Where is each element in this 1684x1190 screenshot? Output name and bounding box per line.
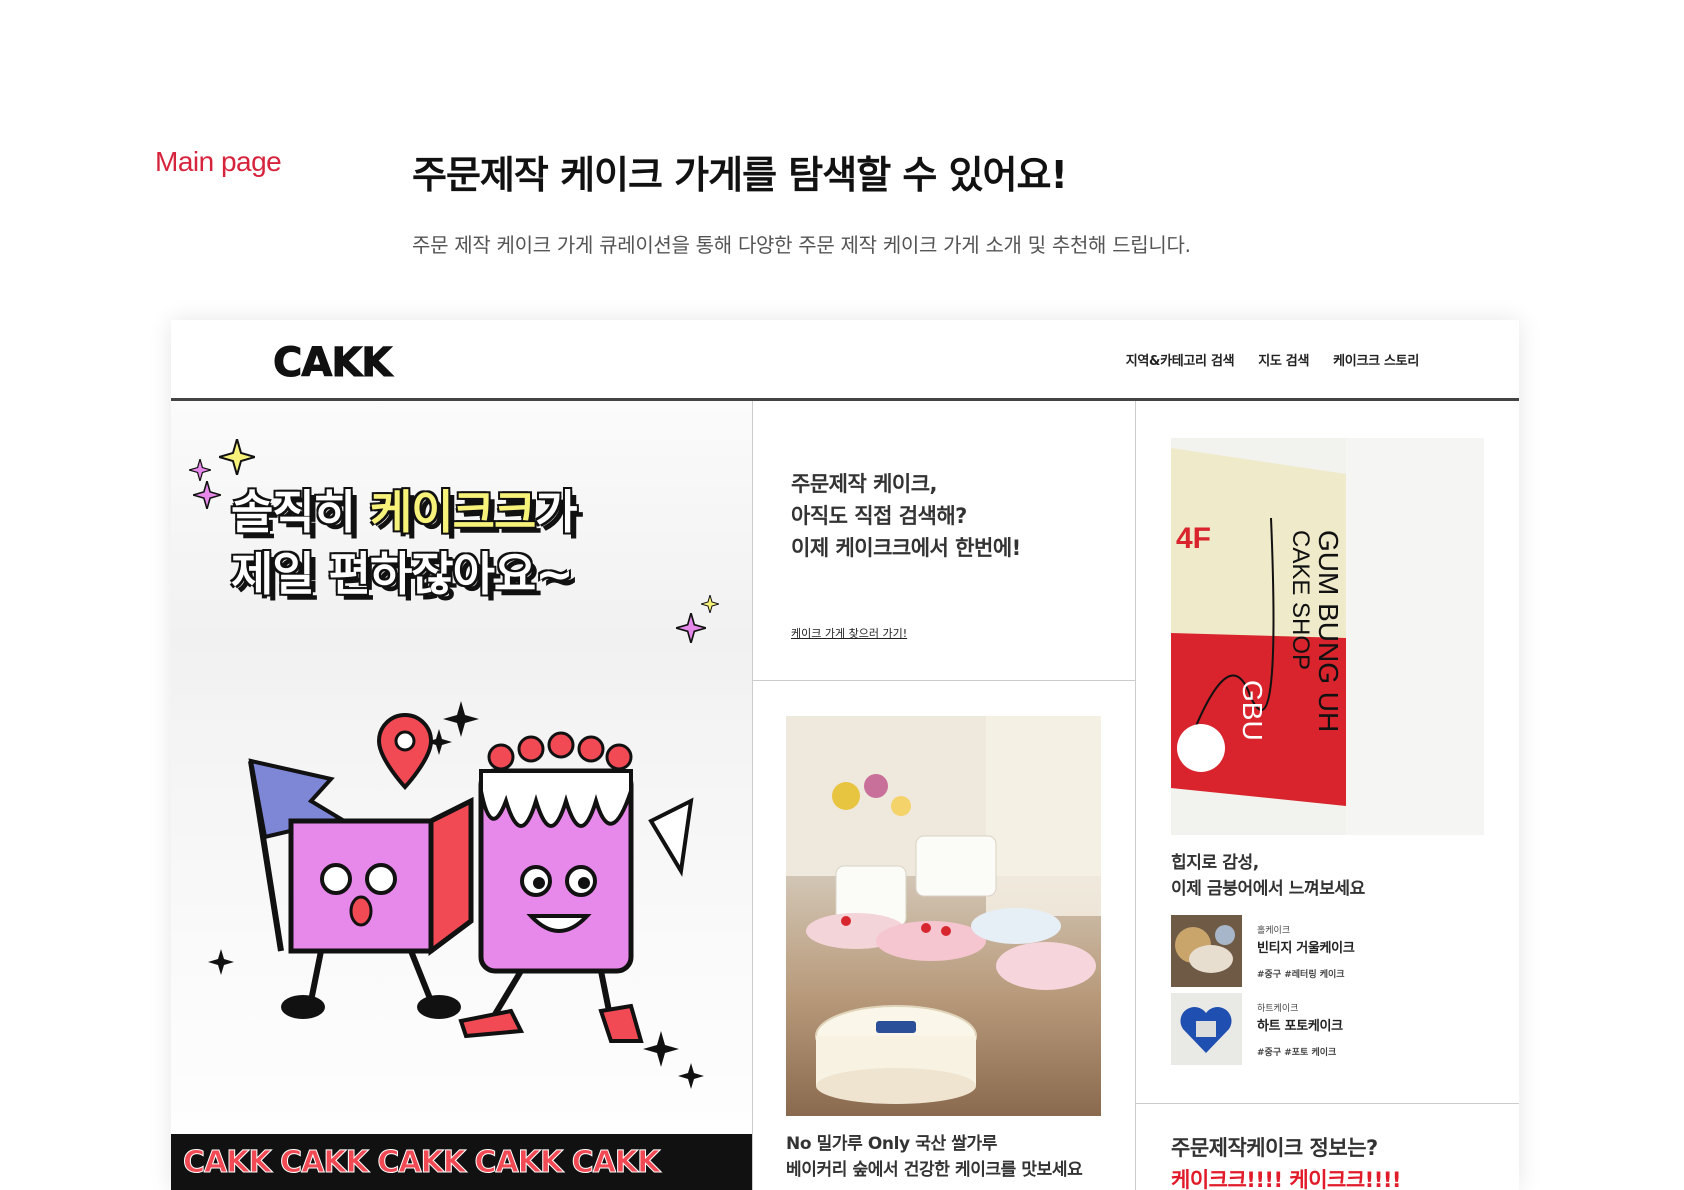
site-header: CAKK 지역&카테고리 검색 지도 검색 케이크크 스토리 (171, 320, 1519, 401)
cakes-photo[interactable] (786, 716, 1101, 1116)
page-subtitle: 주문 제작 케이크 가게 큐레이션을 통해 다양한 주문 제작 케이크 가게 소… (412, 233, 1191, 257)
cakes-caption: No 밀가루 Only 국산 쌀가루 베이커리 숲에서 건강한 케이크를 맛보세… (786, 1131, 1126, 1183)
column-divider (752, 401, 753, 1190)
item-category: 홀케이크 (1257, 926, 1291, 936)
poster-line1: GUM BUNG UH (1313, 530, 1344, 732)
cake-list-item[interactable]: 홀케이크 빈티지 거울케이크 #중구 #레터링 케이크 (1171, 915, 1491, 987)
sparkle-icon (193, 481, 221, 509)
nav-map-search[interactable]: 지도 검색 (1258, 350, 1309, 369)
sparkle-icon (676, 613, 706, 643)
promo-line: 이제 케이크크에서 한번에! (791, 536, 1021, 560)
poster-photo[interactable]: 4F GUM BUNG UH CAKE SHOP GBU (1171, 438, 1484, 835)
promo-line: 주문제작 케이크, (791, 472, 938, 496)
column-divider (1135, 401, 1136, 1190)
item-name: 빈티지 거울케이크 (1257, 941, 1355, 956)
cakes-photo-illustration (786, 716, 1101, 1104)
item-tags: #중구 #레터링 케이크 (1257, 970, 1345, 980)
section-label: Main page (155, 146, 282, 177)
item-thumbnail (1171, 993, 1242, 1065)
item-thumbnail (1171, 915, 1242, 987)
hero-headline: 솔직히 케이크크가 제일 편하잖아요~ (231, 481, 711, 605)
hero-banner: 솔직히 케이크크가 제일 편하잖아요~ CAKK CAKK CAKK CAKK … (171, 401, 752, 1190)
main-nav: 지역&카테고리 검색 지도 검색 케이크크 스토리 (1126, 350, 1420, 369)
poster-short: GBU (1237, 680, 1268, 741)
poster-floor: 4F (1176, 522, 1211, 555)
hero-line1-a: 솔직히 (231, 485, 370, 539)
promo-text: 주문제작 케이크, 아직도 직접 검색해? 이제 케이크크에서 한번에! (791, 468, 1121, 564)
poster-line2: CAKE SHOP (1287, 530, 1314, 670)
poster-caption-line: 힙지로 감성, (1171, 853, 1259, 873)
row-divider (753, 680, 1135, 681)
nav-region-category-search[interactable]: 지역&카테고리 검색 (1126, 350, 1235, 369)
promo-line: 아직도 직접 검색해? (791, 504, 967, 528)
ticker-text: CAKK CAKK CAKK CAKK CAKK (182, 1144, 660, 1180)
site-logo[interactable]: CAKK (272, 340, 392, 387)
nav-cakk-story[interactable]: 케이크크 스토리 (1333, 350, 1419, 369)
website-mockup: CAKK 지역&카테고리 검색 지도 검색 케이크크 스토리 솔직히 케이크크가… (171, 320, 1519, 1190)
cakes-caption-line: 베이커리 숲에서 건강한 케이크를 맛보세요 (786, 1160, 1083, 1180)
row-divider (1136, 1103, 1519, 1104)
sparkle-icon (219, 439, 255, 475)
poster-caption: 힙지로 감성, 이제 금붕어에서 느껴보세요 (1171, 850, 1491, 902)
info-highlight: 케이크크!!!! 케이크크!!!! (1171, 1168, 1402, 1190)
item-name: 하트 포토케이크 (1257, 1019, 1343, 1034)
item-category: 하트케이크 (1257, 1004, 1299, 1014)
info-title: 주문제작케이크 정보는? (1171, 1136, 1378, 1160)
poster-caption-line: 이제 금붕어에서 느껴보세요 (1171, 879, 1365, 899)
hero-line1-c: 가 (535, 485, 577, 539)
cakes-caption-line: No 밀가루 Only 국산 쌀가루 (786, 1134, 997, 1154)
page-title: 주문제작 케이크 가게를 탐색할 수 있어요! (412, 153, 1068, 197)
poster-photo-illustration: 4F GUM BUNG UH CAKE SHOP GBU (1171, 438, 1484, 835)
find-cake-shop-link[interactable]: 케이크 가게 찾으러 가기! (791, 625, 907, 641)
logo-ticker: CAKK CAKK CAKK CAKK CAKK (171, 1134, 752, 1190)
sparkle-icon (189, 459, 211, 481)
cake-characters-illustration (208, 701, 704, 1089)
hero-line1-highlight: 케이크크 (369, 485, 536, 539)
sparkle-icon (701, 595, 719, 613)
cake-list-item[interactable]: 하트케이크 하트 포토케이크 #중구 #포토 케이크 (1171, 993, 1491, 1065)
hero-line2: 제일 편하잖아요~ (231, 547, 574, 601)
item-tags: #중구 #포토 케이크 (1257, 1048, 1337, 1058)
